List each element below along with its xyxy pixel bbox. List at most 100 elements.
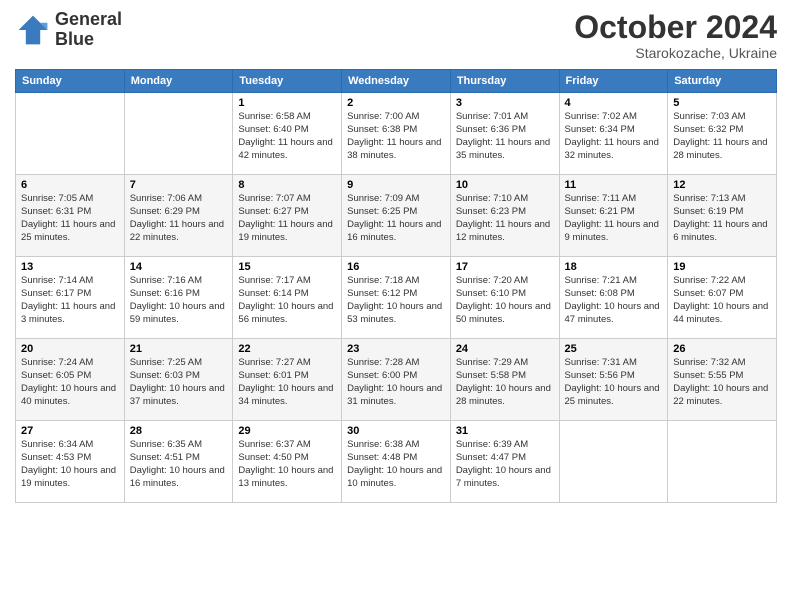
day-cell: 7 Sunrise: 7:06 AMSunset: 6:29 PMDaylight…: [124, 175, 233, 257]
day-cell: 11 Sunrise: 7:11 AMSunset: 6:21 PMDayligh…: [559, 175, 668, 257]
day-info: Sunrise: 7:28 AMSunset: 6:00 PMDaylight:…: [347, 357, 445, 408]
day-cell: 27Sunrise: 6:34 AMSunset: 4:53 PMDayligh…: [16, 421, 125, 503]
day-number: 21: [130, 343, 228, 355]
day-info: Sunrise: 7:11 AMSunset: 6:21 PMDaylight:…: [565, 193, 663, 244]
day-number: 25: [565, 343, 663, 355]
day-info: Sunrise: 7:27 AMSunset: 6:01 PMDaylight:…: [238, 357, 336, 408]
day-number: 7: [130, 179, 228, 191]
day-cell: 20 Sunrise: 7:24 AMSunset: 6:05 PMDayligh…: [16, 339, 125, 421]
day-cell: [124, 93, 233, 175]
day-info: Sunrise: 7:01 AMSunset: 6:36 PMDaylight:…: [456, 111, 554, 162]
day-info: Sunrise: 7:09 AMSunset: 6:25 PMDaylight:…: [347, 193, 445, 244]
day-number: 16: [347, 261, 445, 273]
day-cell: 16 Sunrise: 7:18 AMSunset: 6:12 PMDayligh…: [342, 257, 451, 339]
col-thursday: Thursday: [450, 70, 559, 93]
day-info: Sunrise: 7:16 AMSunset: 6:16 PMDaylight:…: [130, 275, 228, 326]
day-number: 26: [673, 343, 771, 355]
day-cell: 30 Sunrise: 6:38 AMSunset: 4:48 PMDayligh…: [342, 421, 451, 503]
day-number: 18: [565, 261, 663, 273]
day-info: Sunrise: 7:20 AMSunset: 6:10 PMDaylight:…: [456, 275, 554, 326]
day-cell: 31 Sunrise: 6:39 AMSunset: 4:47 PMDayligh…: [450, 421, 559, 503]
day-cell: 8Sunrise: 7:07 AMSunset: 6:27 PMDaylight…: [233, 175, 342, 257]
day-info: Sunrise: 7:29 AMSunset: 5:58 PMDaylight:…: [456, 357, 554, 408]
day-number: 28: [130, 425, 228, 437]
day-info: Sunrise: 6:38 AMSunset: 4:48 PMDaylight:…: [347, 439, 445, 490]
day-cell: 23 Sunrise: 7:28 AMSunset: 6:00 PMDayligh…: [342, 339, 451, 421]
location: Starokozache, Ukraine: [574, 45, 777, 61]
day-cell: 1 Sunrise: 6:58 AMSunset: 6:40 PMDaylight…: [233, 93, 342, 175]
day-number: 31: [456, 425, 554, 437]
day-info: Sunrise: 7:06 AMSunset: 6:29 PMDaylight:…: [130, 193, 228, 244]
week-row-4: 20 Sunrise: 7:24 AMSunset: 6:05 PMDayligh…: [16, 339, 777, 421]
day-cell: 19Sunrise: 7:22 AMSunset: 6:07 PMDayligh…: [668, 257, 777, 339]
day-cell: 22Sunrise: 7:27 AMSunset: 6:01 PMDayligh…: [233, 339, 342, 421]
week-row-1: 1 Sunrise: 6:58 AMSunset: 6:40 PMDaylight…: [16, 93, 777, 175]
day-cell: [668, 421, 777, 503]
day-info: Sunrise: 6:58 AMSunset: 6:40 PMDaylight:…: [238, 111, 336, 162]
day-cell: 3 Sunrise: 7:01 AMSunset: 6:36 PMDaylight…: [450, 93, 559, 175]
day-info: Sunrise: 7:21 AMSunset: 6:08 PMDaylight:…: [565, 275, 663, 326]
day-cell: 13Sunrise: 7:14 AMSunset: 6:17 PMDayligh…: [16, 257, 125, 339]
day-info: Sunrise: 7:10 AMSunset: 6:23 PMDaylight:…: [456, 193, 554, 244]
day-number: 11: [565, 179, 663, 191]
day-info: Sunrise: 7:24 AMSunset: 6:05 PMDaylight:…: [21, 357, 119, 408]
header-row: Sunday Monday Tuesday Wednesday Thursday…: [16, 70, 777, 93]
day-info: Sunrise: 7:03 AMSunset: 6:32 PMDaylight:…: [673, 111, 771, 162]
day-info: Sunrise: 7:17 AMSunset: 6:14 PMDaylight:…: [238, 275, 336, 326]
col-tuesday: Tuesday: [233, 70, 342, 93]
day-cell: 24 Sunrise: 7:29 AMSunset: 5:58 PMDayligh…: [450, 339, 559, 421]
calendar-table: Sunday Monday Tuesday Wednesday Thursday…: [15, 69, 777, 503]
day-cell: 29 Sunrise: 6:37 AMSunset: 4:50 PMDayligh…: [233, 421, 342, 503]
col-sunday: Sunday: [16, 70, 125, 93]
day-info: Sunrise: 7:05 AMSunset: 6:31 PMDaylight:…: [21, 193, 119, 244]
logo-text: General Blue: [55, 10, 122, 50]
day-cell: 28 Sunrise: 6:35 AMSunset: 4:51 PMDayligh…: [124, 421, 233, 503]
week-row-2: 6 Sunrise: 7:05 AMSunset: 6:31 PMDaylight…: [16, 175, 777, 257]
day-cell: 9 Sunrise: 7:09 AMSunset: 6:25 PMDaylight…: [342, 175, 451, 257]
logo-icon: [15, 12, 51, 48]
day-info: Sunrise: 7:07 AMSunset: 6:27 PMDaylight:…: [238, 193, 336, 244]
day-cell: 25 Sunrise: 7:31 AMSunset: 5:56 PMDayligh…: [559, 339, 668, 421]
col-monday: Monday: [124, 70, 233, 93]
day-info: Sunrise: 7:18 AMSunset: 6:12 PMDaylight:…: [347, 275, 445, 326]
day-info: Sunrise: 7:13 AMSunset: 6:19 PMDaylight:…: [673, 193, 771, 244]
day-cell: [559, 421, 668, 503]
day-info: Sunrise: 7:32 AMSunset: 5:55 PMDaylight:…: [673, 357, 771, 408]
day-number: 30: [347, 425, 445, 437]
day-info: Sunrise: 6:35 AMSunset: 4:51 PMDaylight:…: [130, 439, 228, 490]
day-number: 13: [21, 261, 119, 273]
title-section: October 2024 Starokozache, Ukraine: [574, 10, 777, 61]
month-title: October 2024: [574, 10, 777, 45]
day-number: 24: [456, 343, 554, 355]
day-number: 12: [673, 179, 771, 191]
day-number: 15: [238, 261, 336, 273]
day-info: Sunrise: 6:37 AMSunset: 4:50 PMDaylight:…: [238, 439, 336, 490]
day-number: 14: [130, 261, 228, 273]
day-cell: 17 Sunrise: 7:20 AMSunset: 6:10 PMDayligh…: [450, 257, 559, 339]
col-saturday: Saturday: [668, 70, 777, 93]
day-number: 5: [673, 97, 771, 109]
day-number: 1: [238, 97, 336, 109]
day-info: Sunrise: 7:25 AMSunset: 6:03 PMDaylight:…: [130, 357, 228, 408]
header: General Blue October 2024 Starokozache, …: [15, 10, 777, 61]
day-cell: 10Sunrise: 7:10 AMSunset: 6:23 PMDayligh…: [450, 175, 559, 257]
day-cell: 12 Sunrise: 7:13 AMSunset: 6:19 PMDayligh…: [668, 175, 777, 257]
day-info: Sunrise: 7:31 AMSunset: 5:56 PMDaylight:…: [565, 357, 663, 408]
day-number: 6: [21, 179, 119, 191]
day-info: Sunrise: 6:39 AMSunset: 4:47 PMDaylight:…: [456, 439, 554, 490]
day-number: 23: [347, 343, 445, 355]
day-number: 29: [238, 425, 336, 437]
day-number: 17: [456, 261, 554, 273]
day-cell: 21 Sunrise: 7:25 AMSunset: 6:03 PMDayligh…: [124, 339, 233, 421]
col-wednesday: Wednesday: [342, 70, 451, 93]
logo: General Blue: [15, 10, 122, 50]
day-number: 3: [456, 97, 554, 109]
page: General Blue October 2024 Starokozache, …: [0, 0, 792, 612]
day-number: 2: [347, 97, 445, 109]
day-number: 20: [21, 343, 119, 355]
col-friday: Friday: [559, 70, 668, 93]
day-number: 9: [347, 179, 445, 191]
day-cell: 26 Sunrise: 7:32 AMSunset: 5:55 PMDayligh…: [668, 339, 777, 421]
week-row-3: 13Sunrise: 7:14 AMSunset: 6:17 PMDayligh…: [16, 257, 777, 339]
day-number: 19: [673, 261, 771, 273]
